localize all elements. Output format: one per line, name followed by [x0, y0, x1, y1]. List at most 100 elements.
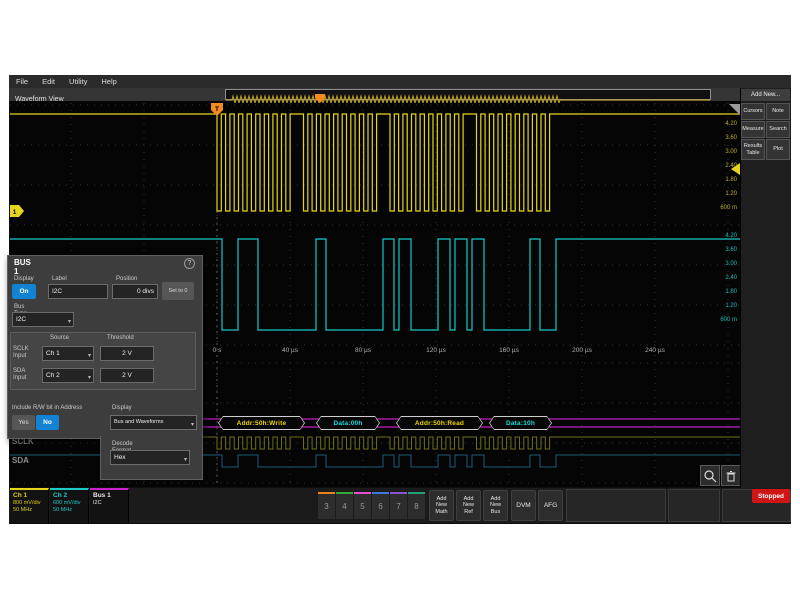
ch2-scale-label: 1.20	[713, 303, 737, 309]
position-input[interactable]: 0 divs	[112, 284, 158, 299]
add-new-ref-button[interactable]: Add New Ref	[456, 490, 481, 521]
record-navigator[interactable]	[225, 89, 711, 100]
navigator-waveform	[226, 96, 710, 103]
ch1-scale-label: 3.00	[713, 149, 737, 155]
sda-source-dropdown[interactable]: Ch 2	[42, 368, 94, 383]
chevron-down-icon	[184, 454, 187, 465]
bus-decode-data-10: Data:10h	[489, 416, 552, 430]
time-label: 120 µs	[426, 347, 446, 354]
menu-file[interactable]: File	[16, 77, 28, 86]
oscilloscope-screen: File Edit Utility Help Waveform View T 1…	[0, 0, 800, 600]
time-label: 240 µs	[645, 347, 665, 354]
sclk-threshold-input[interactable]: 2 V	[100, 346, 154, 361]
rw-yes-button[interactable]: Yes	[12, 415, 35, 430]
magnifier-icon	[703, 469, 717, 483]
sda-source-value: Ch 2	[46, 372, 60, 379]
rw-no-button[interactable]: No	[36, 415, 59, 430]
channel-8-button[interactable]: 8	[408, 492, 425, 519]
waveform-view-tab[interactable]: Waveform View	[9, 96, 64, 103]
rw-bit-label: Include R/W bit in Address	[12, 405, 122, 412]
results-table-button[interactable]: Results Table	[741, 139, 765, 160]
zoom-button[interactable]	[700, 465, 720, 486]
ch1-position-glyph: 1	[13, 209, 17, 216]
sclk-source-value: Ch 1	[46, 350, 60, 357]
channel-5-button[interactable]: 5	[354, 492, 371, 519]
menu-bar: File Edit Utility Help	[9, 75, 791, 88]
ch1-scale-label: 1.20	[713, 191, 737, 197]
ch1-scale-label: 3.60	[713, 135, 737, 141]
chevron-down-icon	[68, 316, 71, 327]
ch2-scale-label: 3.00	[713, 261, 737, 267]
ch2-scale-label: 3.60	[713, 247, 737, 253]
display-mode-value: Bus and Waveforms	[114, 419, 163, 425]
sda-threshold-input[interactable]: 2 V	[100, 368, 154, 383]
display-mode-label: Display	[112, 405, 132, 412]
trigger-marker-glyph: T	[215, 106, 219, 113]
ch1-badge[interactable]: Ch 1 800 mV/div 50 MHz	[10, 488, 49, 523]
plot-button[interactable]: Plot	[766, 139, 790, 160]
time-label: 80 µs	[355, 347, 371, 354]
sda-row-label: SDA	[12, 456, 29, 465]
ch2-scale-label: 600 m	[713, 317, 737, 323]
label-label: Label	[52, 276, 67, 283]
add-new-header: Add New...	[741, 89, 790, 101]
help-icon[interactable]	[184, 258, 195, 269]
menu-utility[interactable]: Utility	[69, 77, 87, 86]
display-mode-dropdown[interactable]: Bus and Waveforms	[110, 415, 197, 430]
menu-edit[interactable]: Edit	[42, 77, 55, 86]
note-button[interactable]: Note	[766, 103, 790, 120]
ch2-scale-label: 2.40	[713, 275, 737, 281]
corner-flag-icon	[729, 104, 740, 115]
delete-button[interactable]	[721, 465, 741, 486]
decode-format-dropdown[interactable]: Hex	[110, 450, 190, 465]
add-new-math-button[interactable]: Add New Math	[429, 490, 454, 521]
ch1-scale-label: 600 m	[713, 205, 737, 211]
position-label: Position	[116, 276, 137, 283]
search-button[interactable]: Search	[766, 121, 790, 138]
chevron-down-icon	[88, 372, 91, 383]
display-on-toggle[interactable]: On	[12, 284, 36, 299]
channel-6-button[interactable]: 6	[372, 492, 389, 519]
chevron-down-icon	[191, 419, 194, 430]
stopped-button[interactable]: Stopped	[752, 489, 790, 503]
menu-help[interactable]: Help	[101, 77, 116, 86]
channel-3-button[interactable]: 3	[318, 492, 335, 519]
horizontal-panel[interactable]	[566, 489, 666, 522]
cursors-button[interactable]: Cursors	[741, 103, 765, 120]
bus1-badge[interactable]: Bus 1 I2C	[90, 488, 129, 523]
sclk-source-dropdown[interactable]: Ch 1	[42, 346, 94, 361]
time-label: 160 µs	[499, 347, 519, 354]
bus-decode-data-00: Data:00h	[316, 416, 380, 430]
sclk-input-label: SCLK Input	[13, 346, 39, 360]
channel-4-button[interactable]: 4	[336, 492, 353, 519]
bus-label-input[interactable]: I2C	[48, 284, 108, 299]
bus-type-dropdown[interactable]: I2C	[12, 312, 74, 327]
set-to-zero-button[interactable]: Set to 0	[162, 282, 194, 300]
add-new-bus-button[interactable]: Add New Bus	[483, 490, 508, 521]
ch1-scale-label: 2.40	[713, 163, 737, 169]
dialog-title: BUS 1	[14, 258, 31, 276]
bus-decode-addr-read: Addr:50h:Read	[396, 416, 483, 430]
sda-input-label: SDA Input	[13, 368, 39, 382]
decode-format-value: Hex	[114, 454, 126, 461]
navigator-preview	[226, 94, 710, 103]
chevron-down-icon	[88, 350, 91, 361]
ch1-scale-label: 4.20	[713, 121, 737, 127]
afg-button[interactable]: AFG	[538, 490, 563, 521]
threshold-header: Threshold	[107, 335, 134, 342]
trash-icon	[724, 469, 738, 483]
time-label: 40 µs	[282, 347, 298, 354]
display-label: Display	[14, 276, 34, 283]
measure-button[interactable]: Measure	[741, 121, 765, 138]
ch1-trace	[10, 114, 740, 211]
ch2-scale-label: 1.80	[713, 289, 737, 295]
bus-type-value: I2C	[16, 316, 26, 323]
bus-decode-addr-write: Addr:50h:Write	[218, 416, 305, 430]
dvm-button[interactable]: DVM	[511, 490, 536, 521]
ch1-scale-label: 1.80	[713, 177, 737, 183]
trigger-panel[interactable]	[668, 489, 720, 522]
time-label: 200 µs	[572, 347, 592, 354]
ch2-scale-label: 4.20	[713, 233, 737, 239]
channel-7-button[interactable]: 7	[390, 492, 407, 519]
ch2-badge[interactable]: Ch 2 600 mV/div 50 MHz	[50, 488, 89, 523]
